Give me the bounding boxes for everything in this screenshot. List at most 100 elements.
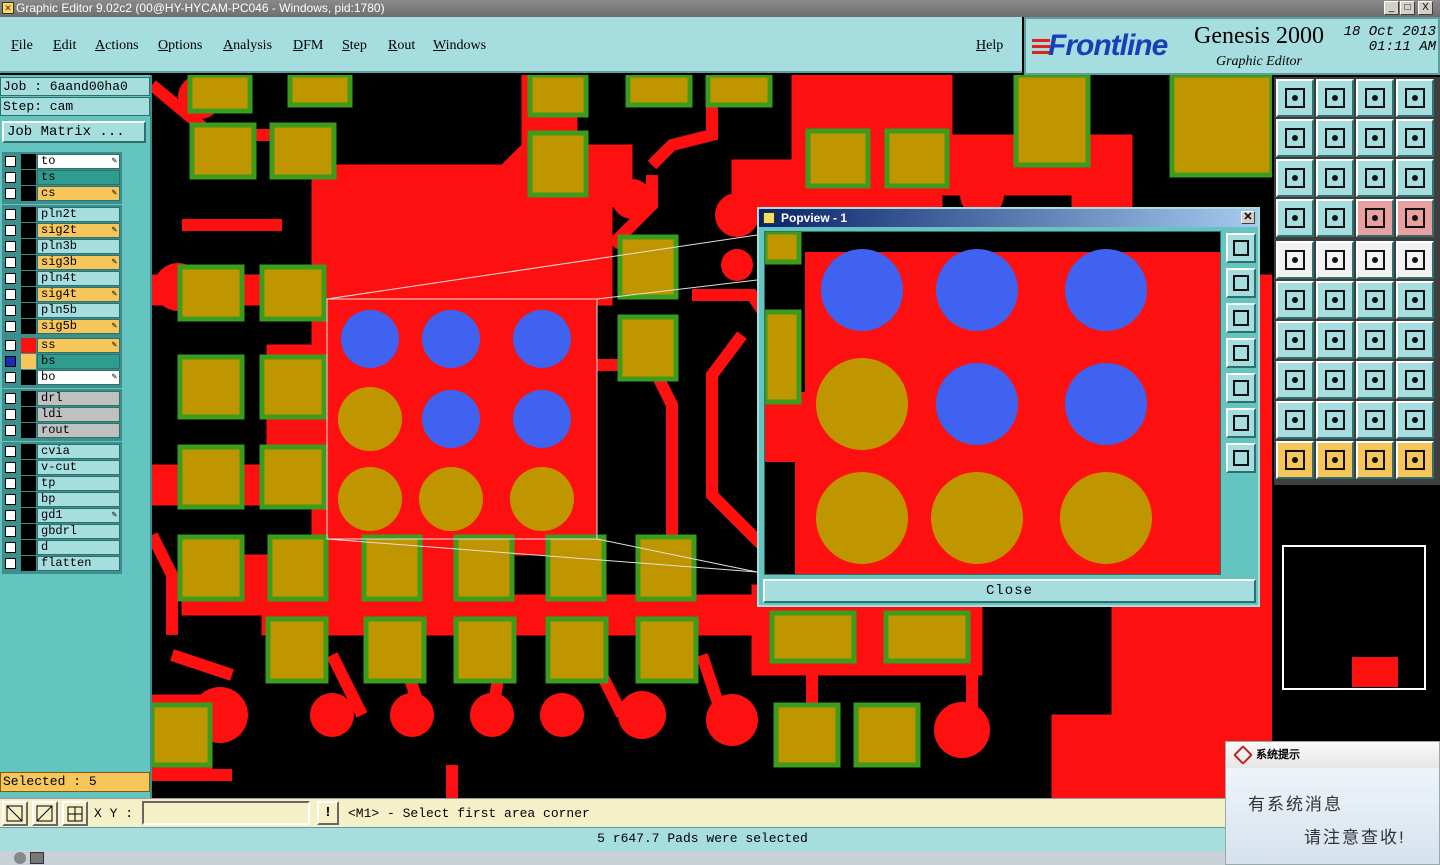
fit-icon[interactable] <box>1276 159 1314 197</box>
layer-checkbox[interactable] <box>5 273 16 284</box>
layer-name[interactable]: sig5b ✎ <box>37 319 120 334</box>
layer-checkbox[interactable] <box>5 340 16 351</box>
layer-color-swatch[interactable] <box>21 508 36 523</box>
measure-mode-icon[interactable] <box>32 801 58 826</box>
layer-checkbox[interactable] <box>5 289 16 300</box>
layer-name[interactable]: rout <box>37 423 120 438</box>
move-arrow-icon[interactable] <box>1396 281 1434 319</box>
zoom-out-icon[interactable] <box>1226 303 1256 333</box>
layer-edit-icon[interactable] <box>1396 199 1434 237</box>
layer-color-swatch[interactable] <box>21 287 36 302</box>
layer-checkbox[interactable] <box>5 542 16 553</box>
window-icon[interactable] <box>1396 79 1434 117</box>
layer-row-to[interactable]: to ✎ <box>2 154 120 169</box>
layer-checkbox[interactable] <box>5 558 16 569</box>
layer-color-swatch[interactable] <box>21 319 36 334</box>
layer-name[interactable]: ldi <box>37 407 120 422</box>
layer-name[interactable]: d <box>37 540 120 555</box>
layer-color-swatch[interactable] <box>21 492 36 507</box>
triangle-icon[interactable] <box>1276 401 1314 439</box>
triangle-a-icon[interactable] <box>1316 401 1354 439</box>
layer-name[interactable]: sig3b ✎ <box>37 255 120 270</box>
layer-color-swatch[interactable] <box>21 223 36 238</box>
layer-name[interactable]: pln4t <box>37 271 120 286</box>
layer-color-swatch[interactable] <box>21 556 36 571</box>
layer-row-tp[interactable]: tp <box>2 476 120 491</box>
system-notification[interactable]: 系统提示 有系统消息 请注意查收! <box>1225 741 1440 865</box>
layer-name[interactable]: pln5b <box>37 303 120 318</box>
layer-name[interactable]: bp <box>37 492 120 507</box>
layer-color-swatch[interactable] <box>21 444 36 459</box>
center-icon[interactable] <box>1226 443 1256 473</box>
layer-checkbox[interactable] <box>5 241 16 252</box>
menu-file[interactable]: File <box>11 38 33 54</box>
layer-color-swatch[interactable] <box>21 239 36 254</box>
pointer-icon[interactable] <box>1276 441 1314 479</box>
menu-step[interactable]: Step <box>342 38 367 54</box>
snap-mode-icon[interactable] <box>2 801 28 826</box>
layer-row-v-cut[interactable]: v-cut <box>2 460 120 475</box>
menu-help[interactable]: Help <box>976 38 1003 54</box>
layer-color-swatch[interactable] <box>21 271 36 286</box>
layer-color-swatch[interactable] <box>21 370 36 385</box>
features-icon[interactable] <box>1396 361 1434 399</box>
layer-row-pln5b[interactable]: pln5b <box>2 303 120 318</box>
line-draw-icon[interactable] <box>1316 321 1354 359</box>
probe-icon[interactable] <box>1316 199 1354 237</box>
layer-checkbox[interactable] <box>5 156 16 167</box>
redraw-icon[interactable] <box>1396 119 1434 157</box>
layer-compare-icon[interactable] <box>1356 199 1394 237</box>
layer-checkbox[interactable] <box>5 356 16 367</box>
layer-checkbox[interactable] <box>5 209 16 220</box>
select-pointer-icon[interactable] <box>1316 441 1354 479</box>
menu-options[interactable]: Options <box>158 38 202 54</box>
layer-row-sig4t[interactable]: sig4t ✎ <box>2 287 120 302</box>
layer-name[interactable]: gd1 ✎ <box>37 508 120 523</box>
layer-name[interactable]: flatten <box>37 556 120 571</box>
layer-row-cvia[interactable]: cvia <box>2 444 120 459</box>
layer-checkbox[interactable] <box>5 409 16 420</box>
command-exclamation-button[interactable]: ! <box>317 801 339 825</box>
layer-row-pln4t[interactable]: pln4t <box>2 271 120 286</box>
layer-row-sig2t[interactable]: sig2t ✎ <box>2 223 120 238</box>
layer-name[interactable]: sig4t ✎ <box>37 287 120 302</box>
layer-row-drl[interactable]: drl <box>2 391 120 406</box>
layer-row-gbdrl[interactable]: gbdrl <box>2 524 120 539</box>
layer-name[interactable]: sig2t ✎ <box>37 223 120 238</box>
layer-color-swatch[interactable] <box>21 207 36 222</box>
menu-edit[interactable]: Edit <box>53 38 76 54</box>
layer-name[interactable]: to ✎ <box>37 154 120 169</box>
pan-right-icon[interactable] <box>1226 373 1256 403</box>
maximize-button[interactable]: □ <box>1400 1 1415 15</box>
layer-checkbox[interactable] <box>5 225 16 236</box>
pointer-net-icon[interactable] <box>1396 441 1434 479</box>
layer-checkbox[interactable] <box>5 172 16 183</box>
layer-name[interactable]: pln2t <box>37 207 120 222</box>
layer-color-swatch[interactable] <box>21 524 36 539</box>
layer-checkbox[interactable] <box>5 526 16 537</box>
overview-map[interactable] <box>1282 545 1426 690</box>
triangle-b-icon[interactable] <box>1356 401 1394 439</box>
ruler-icon[interactable] <box>1356 241 1394 279</box>
zoom-window-icon[interactable] <box>1226 233 1256 263</box>
measure-icon[interactable] <box>1356 361 1394 399</box>
minimize-button[interactable]: _ <box>1384 1 1399 15</box>
layer-color-swatch[interactable] <box>21 423 36 438</box>
menu-dfm[interactable]: DFM <box>293 38 323 54</box>
zoom-in-icon[interactable] <box>1226 268 1256 298</box>
popview-canvas[interactable] <box>764 231 1221 575</box>
menu-actions[interactable]: Actions <box>95 38 139 54</box>
move-up-icon[interactable] <box>1276 79 1314 117</box>
move-right-icon[interactable] <box>1316 119 1354 157</box>
add-pad-icon[interactable] <box>1276 361 1314 399</box>
layer-checkbox[interactable] <box>5 494 16 505</box>
layer-color-swatch[interactable] <box>21 186 36 201</box>
layer-checkbox[interactable] <box>5 372 16 383</box>
layer-color-swatch[interactable] <box>21 540 36 555</box>
layer-color-swatch[interactable] <box>21 391 36 406</box>
layer-name[interactable]: bs <box>37 354 120 369</box>
layer-checkbox[interactable] <box>5 305 16 316</box>
triangle-c-icon[interactable] <box>1396 401 1434 439</box>
layer-row-flatten[interactable]: flatten <box>2 556 120 571</box>
layer-checkbox[interactable] <box>5 393 16 404</box>
